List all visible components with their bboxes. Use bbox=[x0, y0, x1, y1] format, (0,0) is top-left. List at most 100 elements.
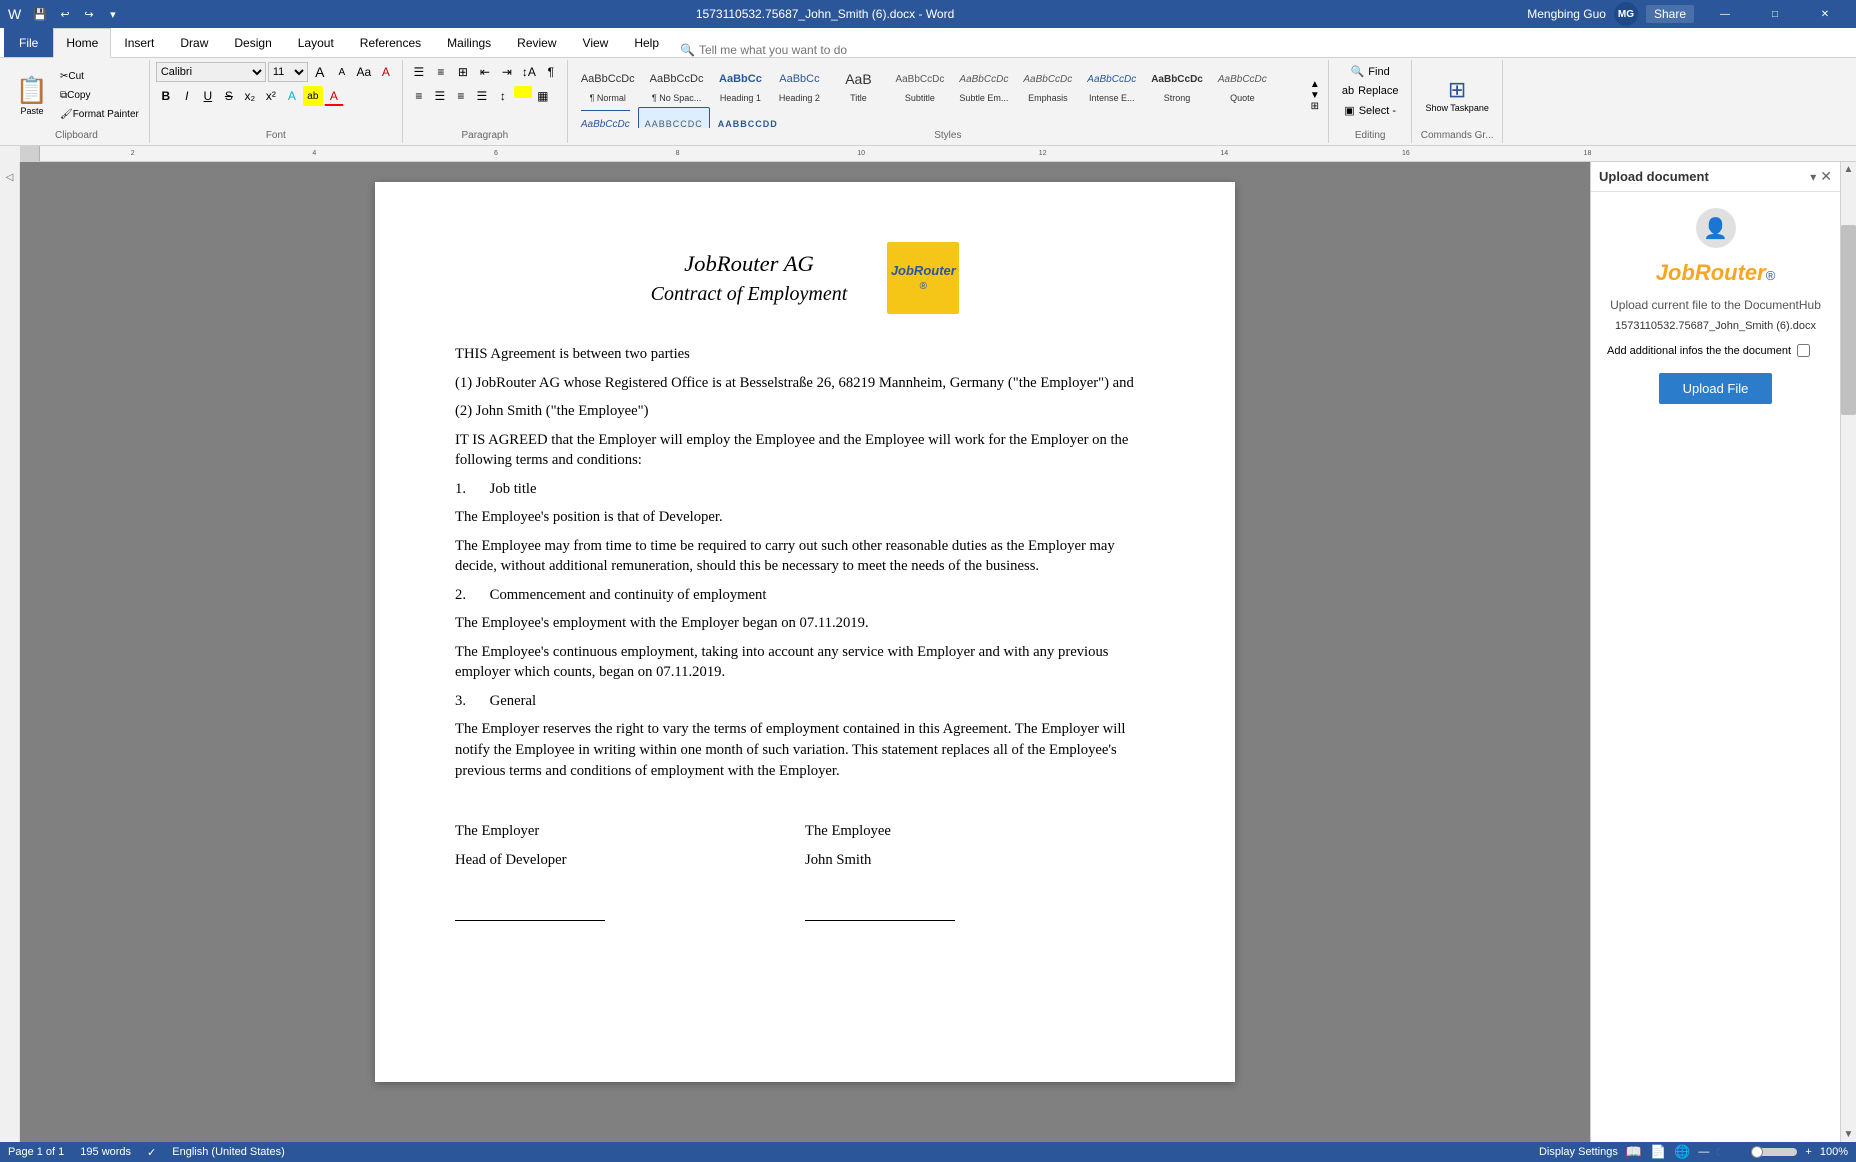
save-button[interactable]: 💾 bbox=[29, 4, 51, 24]
tab-insert[interactable]: Insert bbox=[111, 27, 167, 57]
redo-button[interactable]: ↪ bbox=[79, 4, 99, 24]
styles-expand[interactable]: ⊞ bbox=[1308, 101, 1322, 112]
search-input[interactable] bbox=[699, 43, 899, 57]
scroll-track[interactable] bbox=[1841, 177, 1856, 1127]
tab-layout[interactable]: Layout bbox=[285, 27, 347, 57]
share-button[interactable]: Share bbox=[1646, 5, 1694, 23]
shrink-font-button[interactable]: A bbox=[332, 62, 352, 82]
superscript-button[interactable]: x² bbox=[261, 86, 281, 106]
styles-scroll-down[interactable]: ▼ bbox=[1308, 90, 1322, 101]
underline-button[interactable]: U bbox=[198, 86, 218, 106]
web-layout-icon[interactable]: 🌐 bbox=[1674, 1144, 1690, 1160]
style-heading2[interactable]: AaBbCc Heading 2 bbox=[770, 62, 828, 106]
style-emphasis[interactable]: AaBbCcDc Emphasis bbox=[1016, 62, 1079, 106]
numbering-button[interactable]: ≡ bbox=[431, 62, 451, 82]
window-controls[interactable]: — □ ✕ bbox=[1702, 0, 1848, 28]
show-formatting-button[interactable]: ¶ bbox=[541, 62, 561, 82]
line-spacing-button[interactable]: ↕ bbox=[493, 86, 513, 106]
tab-home[interactable]: Home bbox=[53, 28, 111, 58]
bold-button[interactable]: B bbox=[156, 86, 176, 106]
undo-button[interactable]: ↩ bbox=[55, 4, 75, 24]
zoom-slider[interactable] bbox=[1717, 1148, 1797, 1156]
style-subtle-ref[interactable]: AaBbCcDc Subtle Ref... bbox=[638, 107, 710, 128]
multilevel-list-button[interactable]: ⊞ bbox=[453, 62, 473, 82]
scroll-up-arrow[interactable]: ▲ bbox=[1844, 164, 1854, 175]
maximize-button[interactable]: □ bbox=[1752, 0, 1798, 28]
spelling-check-icon[interactable]: ✓ bbox=[147, 1146, 156, 1159]
justify-button[interactable]: ☰ bbox=[472, 86, 492, 106]
sort-button[interactable]: ↕A bbox=[519, 62, 539, 82]
style-title[interactable]: AaB Title bbox=[829, 62, 887, 106]
bullets-button[interactable]: ☰ bbox=[409, 62, 429, 82]
replace-button[interactable]: ab Replace bbox=[1335, 82, 1406, 100]
style-preview-intense-em: AaBbCcDc bbox=[1087, 65, 1136, 93]
close-button[interactable]: ✕ bbox=[1802, 0, 1848, 28]
style-intense-q[interactable]: AaBbCcDc Intense Q... bbox=[574, 107, 637, 128]
shading-button[interactable] bbox=[514, 86, 532, 98]
read-mode-icon[interactable]: 📖 bbox=[1626, 1144, 1642, 1160]
customize-quick-access[interactable]: ▾ bbox=[103, 4, 123, 24]
display-settings[interactable]: Display Settings bbox=[1539, 1146, 1618, 1158]
decrease-indent-button[interactable]: ⇤ bbox=[475, 62, 495, 82]
style-subtitle[interactable]: AaBbCcDc Subtitle bbox=[888, 62, 951, 106]
tab-review[interactable]: Review bbox=[504, 27, 569, 57]
tab-design[interactable]: Design bbox=[221, 27, 284, 57]
text-highlight-button[interactable]: ab bbox=[303, 86, 323, 106]
paste-button[interactable]: 📋 Paste bbox=[10, 67, 54, 123]
align-center-button[interactable]: ☰ bbox=[430, 86, 450, 106]
format-painter-button[interactable]: 🖌 Format Painter bbox=[56, 105, 143, 123]
language[interactable]: English (United States) bbox=[172, 1146, 285, 1159]
panel-expand-icon[interactable]: ▾ bbox=[1810, 170, 1816, 184]
font-name-select[interactable]: Calibri bbox=[156, 62, 266, 82]
select-button[interactable]: ▣ Select - bbox=[1337, 101, 1403, 120]
quick-access-toolbar[interactable]: W 💾 ↩ ↪ ▾ bbox=[8, 4, 123, 24]
font-color-button[interactable]: A bbox=[324, 86, 344, 106]
style-normal[interactable]: AaBbCcDc ¶ Normal bbox=[574, 62, 642, 106]
style-quote[interactable]: AaBbCcDc Quote bbox=[1211, 62, 1274, 106]
align-right-button[interactable]: ≡ bbox=[451, 86, 471, 106]
style-intense-ref[interactable]: AABBCCDD Intense Re... bbox=[711, 107, 785, 128]
tab-mailings[interactable]: Mailings bbox=[434, 27, 504, 57]
style-no-spacing[interactable]: AaBbCcDc ¶ No Spac... bbox=[643, 62, 711, 106]
style-subtle-em[interactable]: AaBbCcDc Subtle Em... bbox=[952, 62, 1015, 106]
zoom-level[interactable]: 100% bbox=[1820, 1146, 1848, 1158]
styles-scroll-up[interactable]: ▲ bbox=[1308, 79, 1322, 90]
strikethrough-button[interactable]: S bbox=[219, 86, 239, 106]
borders-button[interactable]: ▦ bbox=[533, 86, 553, 106]
zoom-slider-thumb[interactable] bbox=[1751, 1146, 1763, 1158]
style-intense-em[interactable]: AaBbCcDc Intense E... bbox=[1080, 62, 1143, 106]
tab-help[interactable]: Help bbox=[621, 27, 672, 57]
style-label-subtle-em: Subtle Em... bbox=[959, 93, 1008, 103]
print-layout-icon[interactable]: 📄 bbox=[1650, 1144, 1666, 1160]
tab-file[interactable]: File bbox=[4, 27, 53, 57]
scroll-down-arrow[interactable]: ▼ bbox=[1844, 1129, 1854, 1140]
grow-font-button[interactable]: A bbox=[310, 62, 330, 82]
scroll-thumb[interactable] bbox=[1841, 225, 1856, 415]
find-button[interactable]: 🔍 Find bbox=[1344, 62, 1397, 81]
collapse-left-icon[interactable]: ◁ bbox=[6, 172, 14, 183]
show-taskpane-button[interactable]: ⊞ Show Taskpane bbox=[1418, 74, 1495, 116]
panel-close-button[interactable]: ✕ bbox=[1820, 168, 1832, 185]
tab-references[interactable]: References bbox=[347, 27, 434, 57]
vertical-scrollbar[interactable]: ▲ ▼ bbox=[1840, 162, 1856, 1142]
italic-button[interactable]: I bbox=[177, 86, 197, 106]
zoom-increase[interactable]: + bbox=[1805, 1146, 1811, 1158]
upload-file-button[interactable]: Upload File bbox=[1659, 373, 1773, 404]
align-left-button[interactable]: ≡ bbox=[409, 86, 429, 106]
copy-button[interactable]: ⧉ Copy bbox=[56, 86, 143, 104]
additional-info-checkbox[interactable] bbox=[1797, 344, 1810, 357]
tab-view[interactable]: View bbox=[570, 27, 622, 57]
increase-indent-button[interactable]: ⇥ bbox=[497, 62, 517, 82]
clear-format-button[interactable]: A bbox=[376, 62, 396, 82]
zoom-decrease[interactable]: — bbox=[1698, 1146, 1709, 1158]
font-size-select[interactable]: 11 bbox=[268, 62, 308, 82]
subscript-button[interactable]: x₂ bbox=[240, 86, 260, 106]
document-area[interactable]: JobRouter AG Contract of Employment JobR… bbox=[20, 162, 1590, 1142]
cut-button[interactable]: ✂ Cut bbox=[56, 67, 143, 85]
minimize-button[interactable]: — bbox=[1702, 0, 1748, 28]
tab-draw[interactable]: Draw bbox=[167, 27, 221, 57]
change-case-button[interactable]: Aa bbox=[354, 62, 374, 82]
style-heading1[interactable]: AaBbCc Heading 1 bbox=[711, 62, 769, 106]
style-strong[interactable]: AaBbCcDc Strong bbox=[1144, 62, 1210, 106]
text-effect-button[interactable]: A bbox=[282, 86, 302, 106]
